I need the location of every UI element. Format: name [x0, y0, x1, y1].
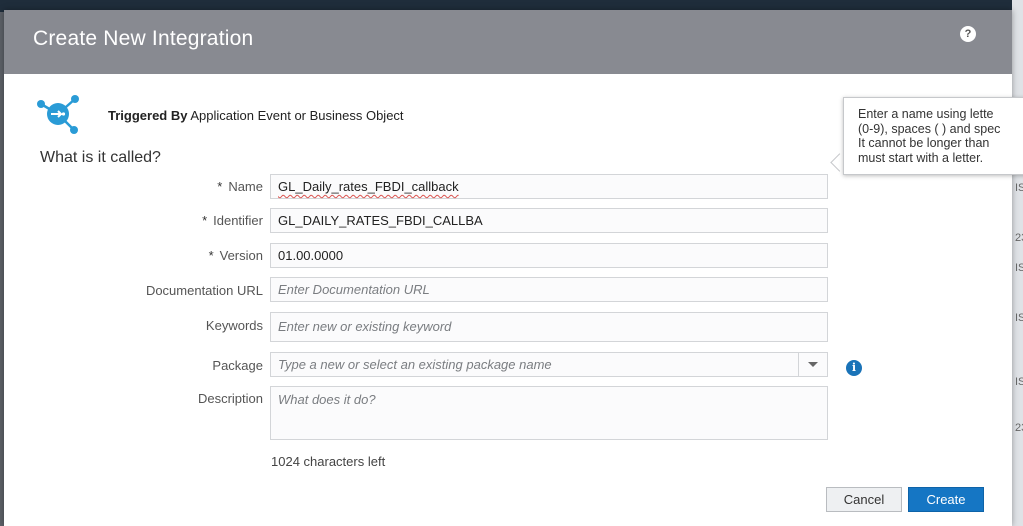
trigger-label: Triggered By [108, 108, 188, 123]
name-help-tooltip: Enter a name using lette (0-9), spaces (… [843, 97, 1023, 175]
create-integration-dialog: Create New Integration ? Triggered By Ap… [4, 10, 1023, 526]
background-fragment: 23 [1015, 232, 1023, 244]
documentation-url-input[interactable]: Enter Documentation URL [270, 277, 828, 302]
version-input[interactable]: 01.00.0000 [270, 243, 828, 268]
name-value: GL_Daily_rates_FBDI_callback [278, 179, 459, 194]
background-fragment: IS [1015, 262, 1023, 274]
section-title: What is it called? [40, 149, 161, 166]
help-icon[interactable]: ? [960, 26, 976, 42]
required-marker: * [208, 248, 214, 263]
cancel-button[interactable]: Cancel [826, 487, 902, 512]
identifier-input[interactable]: GL_DAILY_RATES_FBDI_CALLBA [270, 208, 828, 233]
name-label: * Name [217, 179, 263, 194]
keywords-label: Keywords [205, 318, 263, 333]
tooltip-line: must start with a letter. [858, 150, 984, 165]
required-marker: * [202, 213, 208, 228]
info-icon[interactable]: i [846, 360, 862, 376]
identifier-label-text: Identifier [213, 213, 263, 228]
description-textarea[interactable]: What does it do? [270, 386, 828, 440]
tooltip-line: It cannot be longer than [858, 136, 990, 150]
keywords-input[interactable]: Enter new or existing keyword [270, 312, 828, 342]
background-fragment: IS [1015, 312, 1023, 324]
identifier-label: * Identifier [202, 213, 263, 228]
version-label-text: Version [219, 248, 263, 263]
name-input[interactable]: GL_Daily_rates_FBDI_callback [270, 174, 828, 199]
tooltip-line: Enter a name using lette [858, 107, 994, 121]
background-fragment: IS [1015, 376, 1023, 388]
required-marker: * [217, 179, 223, 194]
version-label: * Version [209, 248, 263, 263]
trigger-event-icon [37, 95, 79, 134]
package-select[interactable]: Type a new or select an existing package… [270, 352, 828, 377]
package-placeholder: Type a new or select an existing package… [278, 357, 552, 372]
characters-left-counter: 1024 characters left [271, 454, 386, 469]
dialog-title: Create New Integration [33, 27, 254, 50]
trigger-value: Application Event or Business Object [190, 108, 404, 123]
background-fragment: IS [1015, 182, 1023, 194]
background-fragment: 23 [1015, 422, 1023, 434]
trigger-description: Triggered By Application Event or Busine… [108, 108, 404, 123]
chevron-down-icon[interactable] [798, 353, 827, 376]
dialog-header: Create New Integration ? [4, 10, 1012, 74]
description-label: Description [197, 391, 263, 406]
documentation-url-label: Documentation URL [145, 283, 263, 298]
name-label-text: Name [228, 179, 263, 194]
background-app-edge: IS 23 IS IS IS 23 [1012, 0, 1023, 526]
package-label: Package [212, 358, 263, 373]
tooltip-line: (0-9), spaces ( ) and spec [858, 121, 1001, 136]
create-button[interactable]: Create [908, 487, 984, 512]
